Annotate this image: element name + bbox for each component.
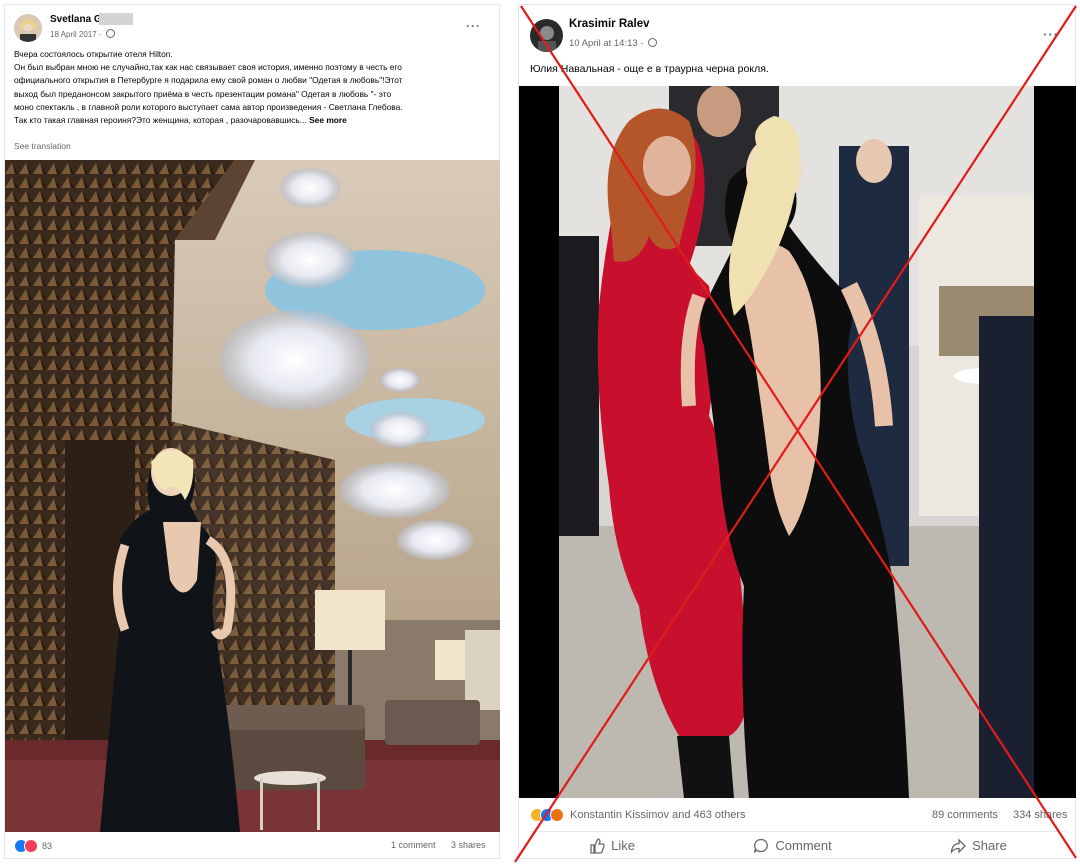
more-options-icon[interactable]: ··· — [466, 19, 481, 33]
screenshot-stage: Svetlana Gl 18 April 2017 · ··· Вчера со… — [0, 0, 1080, 865]
reaction-count: 83 — [42, 841, 53, 851]
post-text: Юлия Навальная - още е в траурна черна р… — [530, 63, 769, 75]
comment-label: Comment — [775, 838, 832, 853]
comment-button[interactable]: Comment — [753, 838, 832, 854]
reactions-text: Konstantin Kissimov and 463 others — [570, 809, 746, 821]
more-options-icon[interactable]: ··· — [1043, 27, 1059, 42]
comments-count[interactable]: 89 comments — [932, 809, 998, 821]
like-button[interactable]: Like — [589, 837, 636, 854]
post-text: Вчера состоялось открытие отеля Hilton. … — [14, 48, 494, 127]
text-line: Вчера состоялось открытие отеля Hilton. — [14, 49, 173, 59]
love-reaction-icon — [24, 839, 38, 853]
angry-reaction-icon — [550, 808, 564, 822]
author-avatar[interactable] — [530, 19, 563, 52]
post-date[interactable]: 10 April at 14:13 · — [569, 38, 658, 49]
post-photo[interactable] — [519, 86, 1076, 798]
text-line-last: Так кто такая главная героиня?Это женщин… — [14, 115, 307, 126]
shares-count[interactable]: 334 shares — [1013, 809, 1067, 821]
share-label: Share — [972, 838, 1007, 853]
like-label: Like — [611, 838, 636, 853]
post-date-text: 10 April at 14:13 — [569, 38, 638, 49]
event-photo — [519, 86, 1076, 798]
post-photo[interactable] — [5, 160, 500, 832]
text-line: официального открытия в Петербурге я под… — [14, 75, 403, 86]
reactions-summary[interactable]: 83 — [14, 839, 52, 853]
thumbs-up-icon — [590, 837, 605, 854]
hotel-lobby-photo — [5, 160, 500, 832]
text-line: выход был преданонсом закрытого приёма в… — [14, 88, 392, 99]
reactions-summary[interactable]: Konstantin Kissimov and 463 others — [530, 808, 746, 822]
see-translation-link[interactable]: See translation — [14, 141, 71, 151]
action-bar: Like Comment Share — [530, 831, 1066, 859]
post-date-text: 18 April 2017 — [50, 30, 97, 39]
author-name[interactable]: Krasimir Ralev — [569, 18, 650, 30]
author-avatar[interactable] — [14, 14, 42, 42]
right-post: Krasimir Ralev 10 April at 14:13 · ··· Ю… — [518, 4, 1076, 859]
post-date[interactable]: 18 April 2017 · — [50, 29, 115, 39]
redaction-box — [99, 13, 133, 25]
globe-icon — [648, 38, 658, 47]
left-post: Svetlana Gl 18 April 2017 · ··· Вчера со… — [4, 4, 500, 859]
text-line: Он был выбран мною не случайно,так как н… — [14, 62, 402, 73]
share-arrow-icon — [950, 837, 967, 854]
share-button[interactable]: Share — [950, 837, 1007, 854]
text-line: моно спектакль , в главной роли которого… — [14, 101, 403, 112]
text-line: Так кто такая главная героиня?Это женщин… — [14, 114, 494, 127]
author-name[interactable]: Svetlana Gl — [50, 14, 104, 25]
comments-count[interactable]: 1 comment — [391, 840, 436, 850]
see-more-link[interactable]: See more — [309, 115, 347, 125]
globe-icon — [105, 29, 115, 38]
comment-bubble-icon — [754, 838, 769, 853]
shares-count[interactable]: 3 shares — [451, 840, 486, 850]
